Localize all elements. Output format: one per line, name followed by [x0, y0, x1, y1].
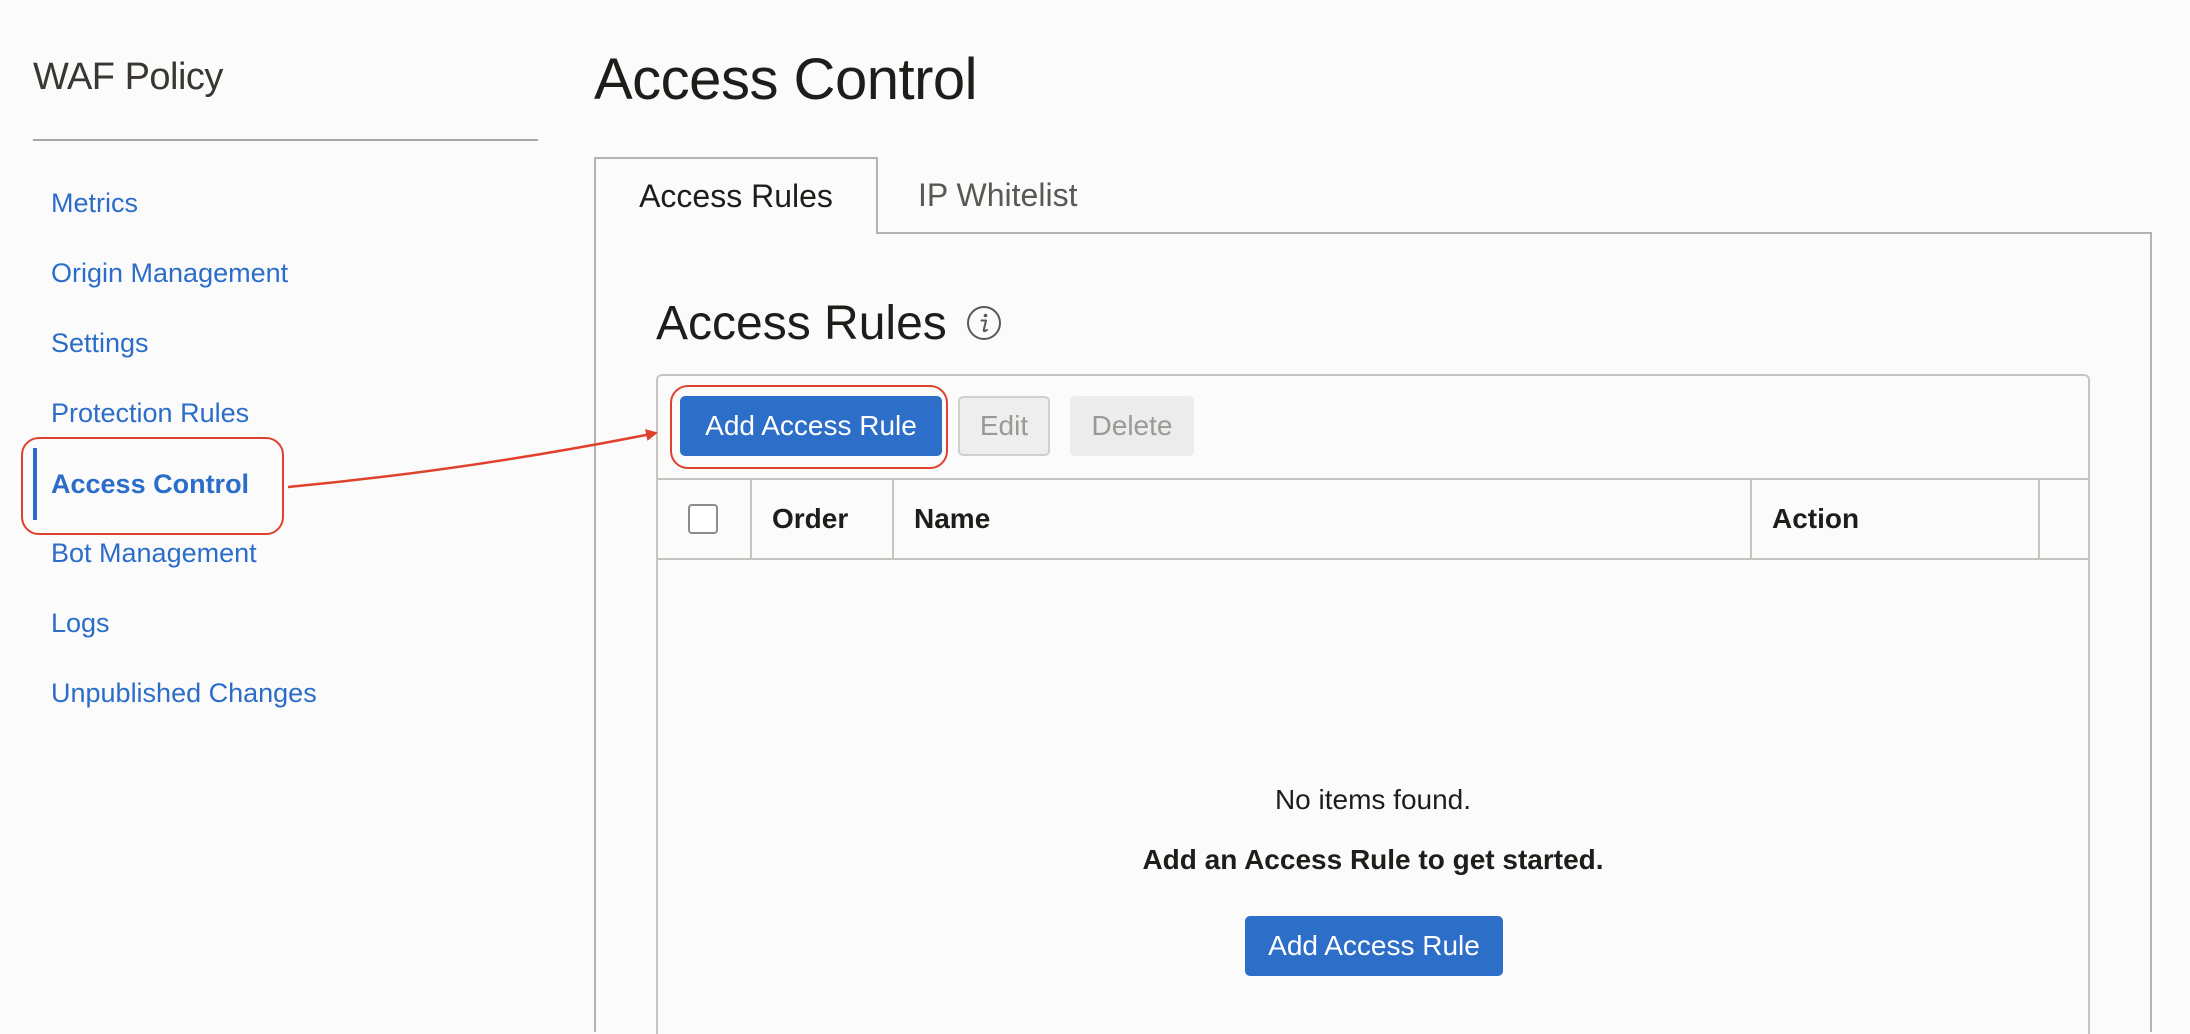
sidebar-divider: [33, 139, 538, 141]
table-header-row: Order Name Action: [658, 478, 2088, 560]
sidebar-item-origin-management[interactable]: Origin Management: [51, 258, 288, 289]
annotation-highlight-add-button: [670, 385, 948, 469]
sidebar-title: WAF Policy: [33, 56, 223, 98]
access-rules-table: Add Access Rule Edit Delete Order Name A…: [656, 374, 2090, 1034]
column-divider: [1750, 480, 1752, 558]
sidebar-item-unpublished-changes[interactable]: Unpublished Changes: [51, 678, 317, 709]
column-header-action[interactable]: Action: [1772, 480, 1859, 558]
sidebar-item-metrics[interactable]: Metrics: [51, 188, 138, 219]
info-icon[interactable]: [966, 305, 1002, 341]
column-divider: [892, 480, 894, 558]
section-heading: Access Rules: [656, 297, 947, 350]
column-divider: [2038, 480, 2040, 558]
column-header-name[interactable]: Name: [914, 480, 990, 558]
sidebar-item-bot-management[interactable]: Bot Management: [51, 538, 257, 569]
column-header-order[interactable]: Order: [772, 480, 848, 558]
select-all-checkbox[interactable]: [688, 504, 718, 534]
sidebar-item-protection-rules[interactable]: Protection Rules: [51, 398, 249, 429]
tab-access-rules[interactable]: Access Rules: [594, 157, 878, 234]
delete-button[interactable]: Delete: [1070, 396, 1194, 456]
sidebar-item-logs[interactable]: Logs: [51, 608, 110, 639]
page-title: Access Control: [594, 47, 978, 112]
tab-ip-whitelist[interactable]: IP Whitelist: [880, 157, 1120, 234]
edit-button[interactable]: Edit: [958, 396, 1050, 456]
annotation-highlight-access-control: [21, 437, 284, 535]
empty-state-hint: Add an Access Rule to get started.: [1142, 844, 1604, 875]
sidebar-item-settings[interactable]: Settings: [51, 328, 149, 359]
empty-state-add-access-rule-button[interactable]: Add Access Rule: [1245, 916, 1503, 976]
empty-state-title: No items found.: [1274, 784, 1472, 815]
column-divider: [750, 480, 752, 558]
